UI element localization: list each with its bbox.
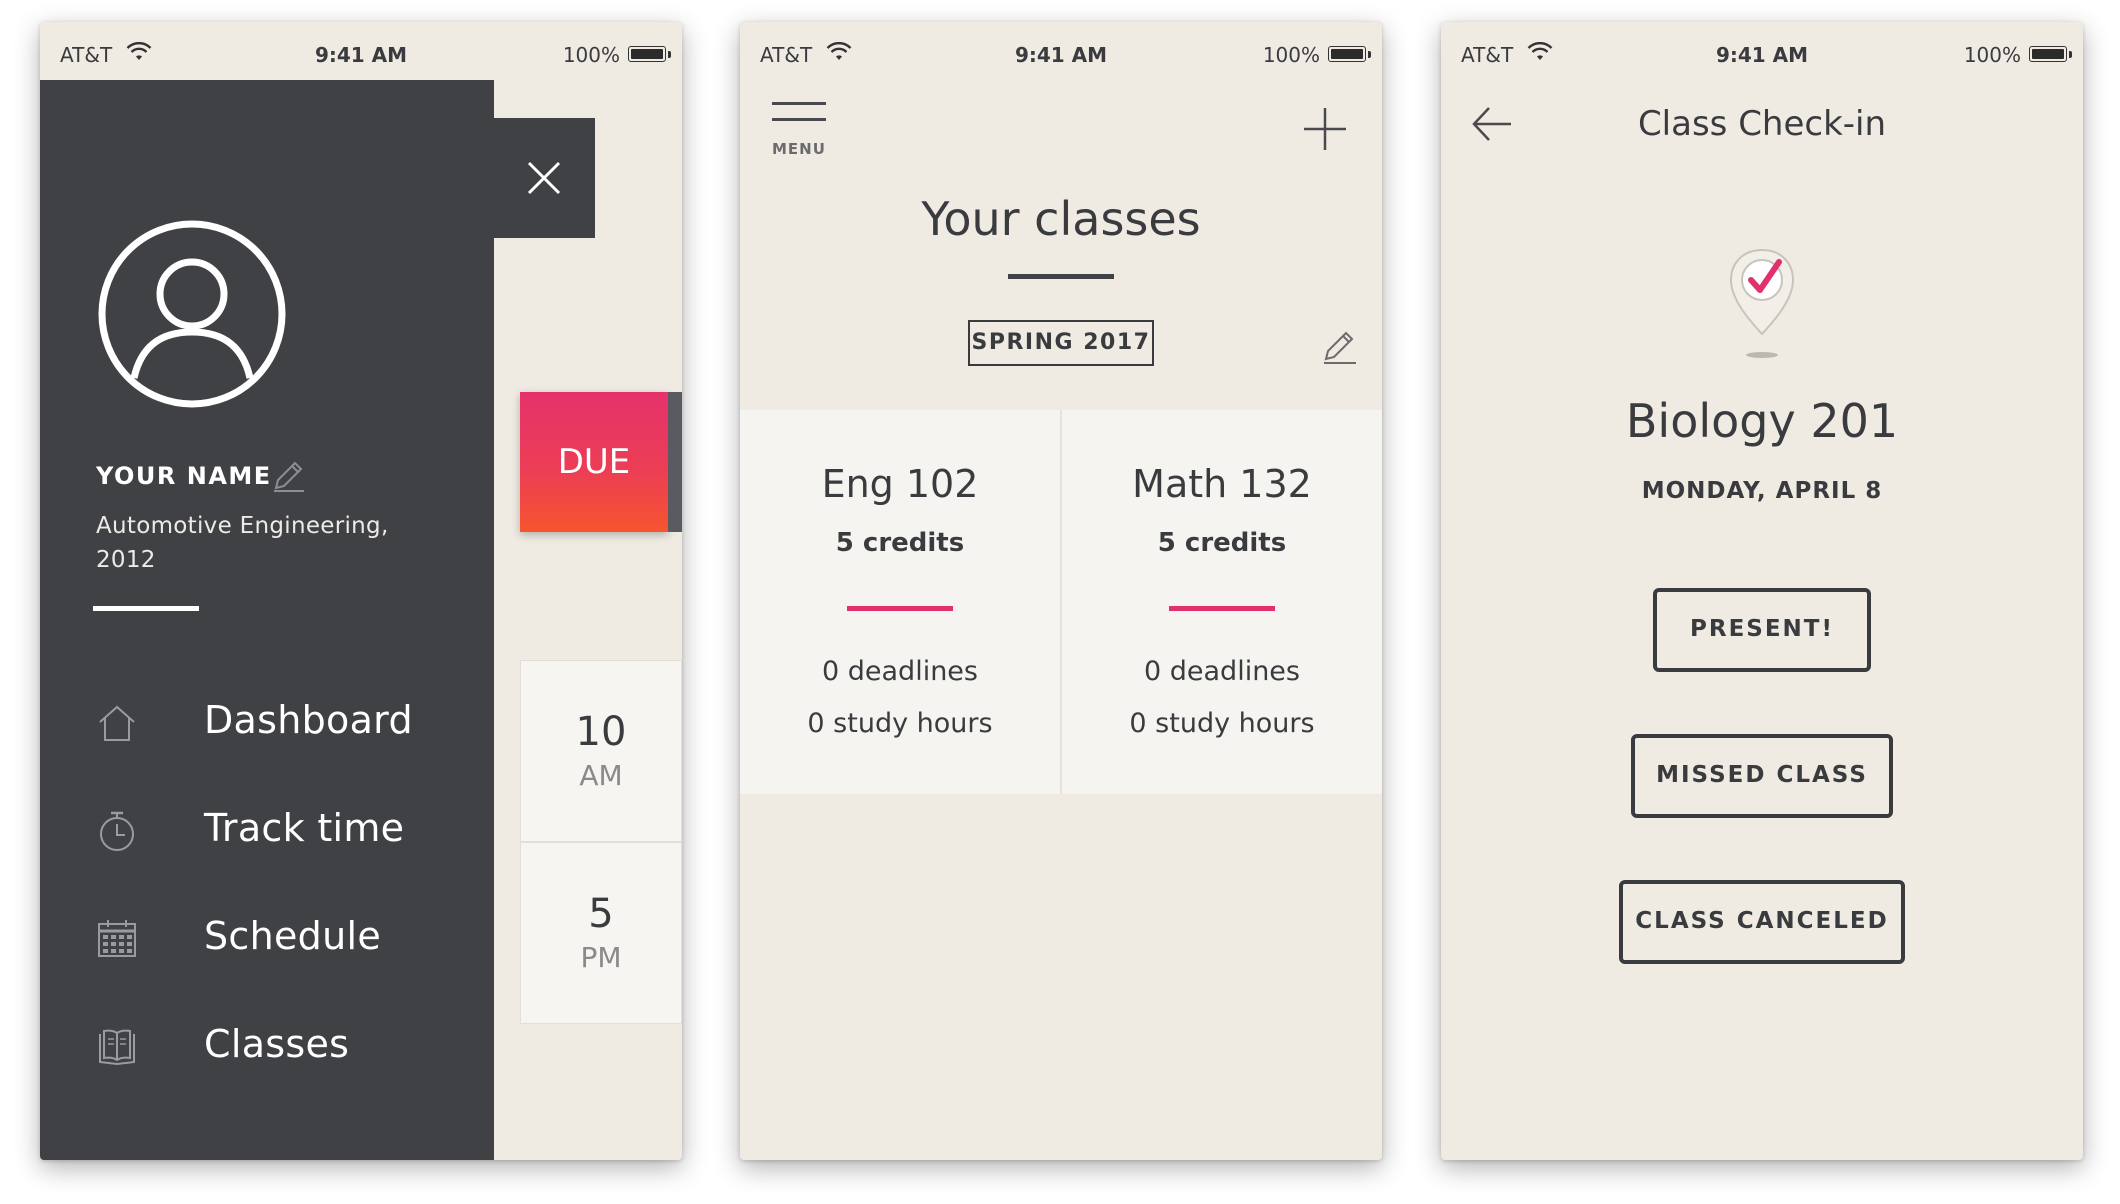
time-unit: PM bbox=[580, 941, 622, 974]
semester-selector[interactable]: SPRING 2017 bbox=[968, 320, 1154, 366]
avatar-icon[interactable] bbox=[96, 218, 288, 410]
book-icon bbox=[99, 1029, 135, 1066]
phone-classes-screen: AT&T 9:41 AM 100% MENU Your classes SPRI… bbox=[740, 22, 1382, 1160]
time-unit: AM bbox=[579, 759, 623, 792]
class-name: Biology 201 bbox=[1625, 394, 1899, 448]
menu-item-schedule[interactable]: Schedule bbox=[96, 908, 456, 968]
battery-tip bbox=[1368, 51, 1371, 58]
time-value: 10 bbox=[575, 709, 627, 755]
due-card-edge bbox=[668, 392, 682, 532]
battery-icon bbox=[2029, 46, 2067, 62]
close-button[interactable] bbox=[494, 118, 595, 238]
battery-tip bbox=[2069, 51, 2072, 58]
menu-label: Schedule bbox=[204, 914, 382, 958]
present-button[interactable]: PRESENT! bbox=[1653, 588, 1871, 672]
user-name: YOUR NAME bbox=[96, 462, 272, 490]
location-check-icon bbox=[1729, 248, 1795, 358]
accent-divider bbox=[847, 606, 953, 611]
accent-divider bbox=[1169, 606, 1275, 611]
menu-item-track-time[interactable]: Track time bbox=[96, 800, 456, 860]
time-value: 5 bbox=[588, 891, 614, 937]
status-bar: AT&T 9:41 AM 100% bbox=[40, 22, 682, 88]
menu-item-classes[interactable]: Classes bbox=[96, 1016, 456, 1076]
menu-item-dashboard[interactable]: Dashboard bbox=[96, 692, 456, 752]
menu-icon-line bbox=[772, 118, 826, 121]
edit-profile-icon[interactable] bbox=[270, 458, 306, 494]
stopwatch-icon bbox=[100, 811, 134, 851]
page-title: Your classes bbox=[921, 192, 1201, 246]
time-card-5pm[interactable]: 5 PM bbox=[520, 842, 682, 1024]
class-date: MONDAY, APRIL 8 bbox=[1641, 478, 1883, 504]
phone-menu-screen: AT&T 9:41 AM 100% DUE 10 AM 5 PM YOUR NA… bbox=[40, 22, 682, 1160]
add-class-icon[interactable] bbox=[1302, 106, 1348, 152]
class-deadlines: 0 deadlines bbox=[1144, 656, 1300, 687]
status-bar: AT&T 9:41 AM 100% bbox=[1441, 22, 2083, 88]
battery-percent: 100% bbox=[1963, 43, 2021, 67]
calendar-icon bbox=[98, 920, 136, 957]
page-title: Class Check-in bbox=[1637, 104, 1887, 144]
home-icon bbox=[99, 705, 135, 741]
edit-semester-icon[interactable] bbox=[1320, 328, 1358, 366]
menu-label: Classes bbox=[204, 1022, 350, 1066]
class-deadlines: 0 deadlines bbox=[822, 656, 978, 687]
missed-class-button[interactable]: MISSED CLASS bbox=[1631, 734, 1893, 818]
due-card[interactable]: DUE bbox=[520, 392, 668, 532]
user-major: Automotive Engineering, 2012 bbox=[96, 513, 389, 573]
menu-label: MENU bbox=[772, 140, 826, 158]
class-study-hours: 0 study hours bbox=[1129, 708, 1315, 739]
profile-divider bbox=[93, 606, 199, 611]
menu-label: Track time bbox=[204, 806, 405, 850]
class-credits: 5 credits bbox=[835, 528, 965, 558]
menu-icon-line bbox=[772, 102, 826, 105]
battery-percent: 100% bbox=[562, 43, 620, 67]
class-name: Eng 102 bbox=[821, 462, 979, 506]
class-canceled-button[interactable]: CLASS CANCELED bbox=[1619, 880, 1905, 964]
menu-label: Dashboard bbox=[204, 698, 413, 742]
battery-tip bbox=[668, 51, 671, 58]
class-card-math-132[interactable]: Math 132 5 credits 0 deadlines 0 study h… bbox=[1062, 410, 1382, 794]
battery-percent: 100% bbox=[1262, 43, 1320, 67]
status-bar: AT&T 9:41 AM 100% bbox=[740, 22, 1382, 88]
due-label: DUE bbox=[557, 442, 631, 482]
phone-checkin-screen: AT&T 9:41 AM 100% Class Check-in Biology… bbox=[1441, 22, 2083, 1160]
close-icon bbox=[527, 161, 561, 195]
class-credits: 5 credits bbox=[1157, 528, 1287, 558]
menu-button[interactable]: MENU bbox=[772, 102, 832, 160]
class-study-hours: 0 study hours bbox=[807, 708, 993, 739]
class-name: Math 132 bbox=[1132, 462, 1312, 506]
title-divider bbox=[1008, 274, 1114, 279]
time-card-10am[interactable]: 10 AM bbox=[520, 660, 682, 842]
class-card-eng-102[interactable]: Eng 102 5 credits 0 deadlines 0 study ho… bbox=[740, 410, 1060, 794]
battery-icon bbox=[1328, 46, 1366, 62]
battery-icon bbox=[628, 46, 666, 62]
